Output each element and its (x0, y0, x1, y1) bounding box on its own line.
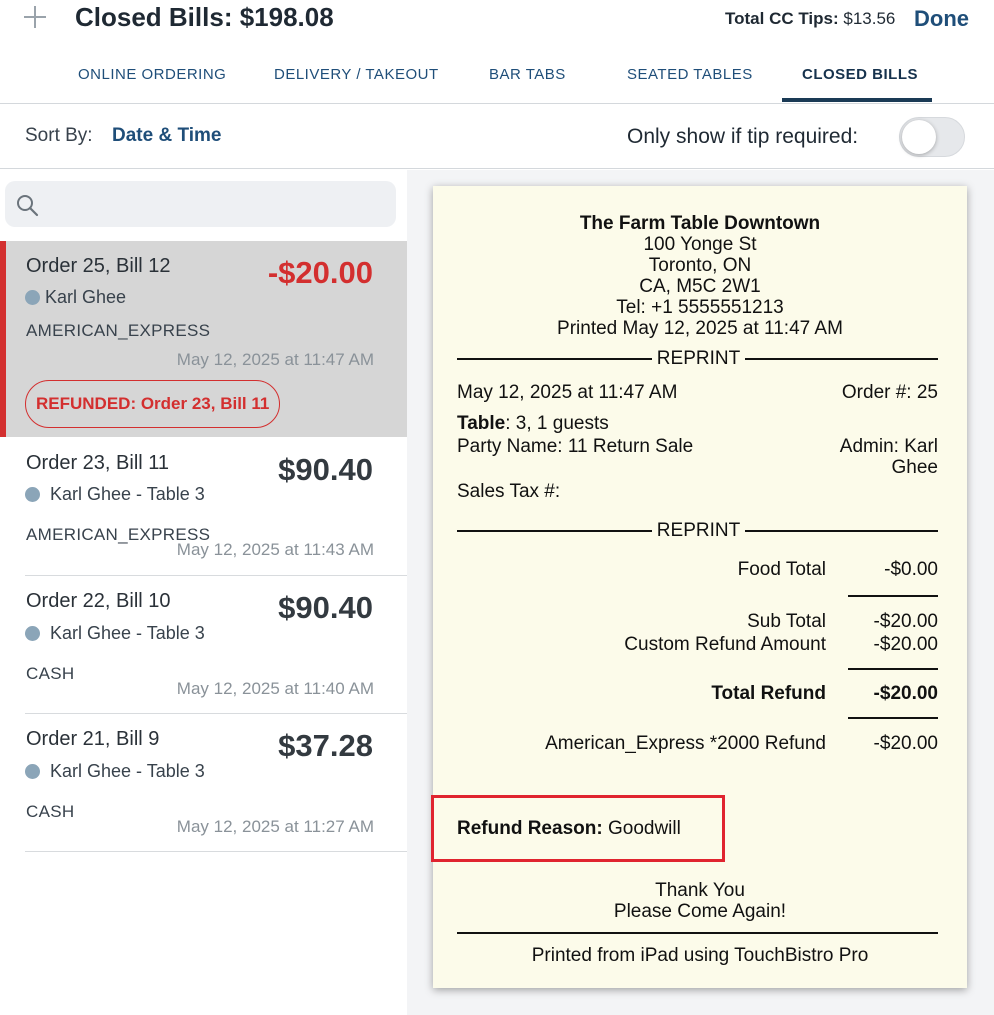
receipt-footer: Printed from iPad using TouchBistro Pro (531, 945, 869, 966)
header-bar: Closed Bills: $198.08 Total CC Tips: $13… (0, 0, 994, 40)
bill-title: Order 23, Bill 11 (26, 452, 170, 474)
subtotal-rule (848, 595, 938, 597)
tab-online-ordering[interactable]: ONLINE ORDERING (78, 66, 226, 83)
total-cc-tips: Total CC Tips: $13.56 (725, 9, 895, 29)
bill-server: Karl Ghee (45, 287, 127, 307)
bill-title: Order 25, Bill 12 (26, 255, 171, 277)
bill-server: Karl Ghee - Table 3 (50, 484, 205, 504)
food-total-label: Food Total (737, 559, 826, 580)
sales-tax: Sales Tax #: (457, 481, 561, 502)
tip-required-toggle[interactable] (899, 117, 965, 157)
bill-item-order-21[interactable]: Order 21, Bill 9 $37.28 Karl Ghee - Tabl… (0, 714, 407, 852)
total-refund-value: -$20.00 (873, 683, 938, 704)
bill-amount: -$20.00 (267, 255, 373, 290)
amex-refund-label: American_Express *2000 Refund (545, 733, 826, 754)
admin-name-2: Ghee (891, 457, 938, 478)
bill-date: May 12, 2025 at 11:47 AM (176, 350, 374, 369)
tips-value: $13.56 (843, 9, 896, 28)
bill-list: Order 25, Bill 12 -$20.00 Karl Ghee AMER… (0, 170, 407, 1015)
table-info: Table: 3, 1 guests (457, 413, 609, 435)
bill-server: Karl Ghee - Table 3 (50, 761, 205, 781)
sort-label: Sort By: (25, 125, 93, 146)
refunded-badge: REFUNDED: Order 23, Bill 11 (25, 380, 281, 428)
sub-total-value: -$20.00 (873, 611, 938, 632)
custom-refund-label: Custom Refund Amount (624, 634, 826, 655)
sub-total-label: Sub Total (747, 611, 826, 632)
printed-timestamp: Printed May 12, 2025 at 11:47 AM (557, 318, 843, 339)
toggle-knob (902, 120, 936, 154)
bill-title: Order 21, Bill 9 (26, 728, 160, 750)
bill-item-order-23[interactable]: Order 23, Bill 11 $90.40 Karl Ghee - Tab… (0, 437, 407, 576)
address-line-1: 100 Yonge St (643, 234, 757, 255)
total-rule (848, 668, 938, 670)
table-value: : 3, 1 guests (505, 413, 609, 434)
server-dot-icon (25, 626, 40, 641)
address-line-3: CA, M5C 2W1 (639, 276, 761, 297)
custom-refund-value: -$20.00 (873, 634, 938, 655)
receipt-panel: The Farm Table Downtown 100 Yonge St Tor… (407, 170, 994, 1015)
tab-closed-bills[interactable]: CLOSED BILLS (802, 66, 918, 83)
plus-icon[interactable] (22, 4, 48, 30)
payment-rule (848, 717, 938, 719)
search-input[interactable] (47, 189, 387, 219)
row-divider (25, 851, 407, 852)
come-again: Please Come Again! (613, 901, 787, 922)
server-dot-icon (25, 764, 40, 779)
thank-you: Thank You (655, 880, 745, 901)
receipt-datetime: May 12, 2025 at 11:47 AM (457, 382, 678, 403)
server-dot-icon (25, 290, 40, 305)
refund-reason-highlight (431, 795, 725, 862)
search-bar[interactable] (5, 181, 396, 227)
admin-name-1: Admin: Karl (839, 436, 938, 457)
bill-payment-type: CASH (26, 664, 75, 683)
tab-bar-tabs[interactable]: BAR TABS (489, 66, 566, 83)
bill-amount: $90.40 (278, 590, 373, 625)
tips-label: Total CC Tips: (725, 9, 839, 28)
bill-payment-type: AMERICAN_EXPRESS (26, 321, 211, 340)
bill-payment-type: CASH (26, 802, 75, 821)
sort-selector[interactable]: Date & Time (112, 125, 221, 147)
total-refund-label: Total Refund (711, 683, 826, 704)
search-icon (17, 195, 39, 217)
order-number: Order #: 25 (841, 382, 938, 403)
reprint-divider-2: REPRINT (457, 520, 938, 542)
table-label: Table (457, 413, 506, 434)
bill-date: May 12, 2025 at 11:40 AM (176, 679, 374, 698)
party-name: Party Name: 11 Return Sale (457, 436, 694, 457)
reprint-label-2: REPRINT (656, 520, 741, 541)
amex-refund-value: -$20.00 (873, 733, 938, 754)
receipt: The Farm Table Downtown 100 Yonge St Tor… (433, 186, 967, 988)
bill-amount: $37.28 (278, 728, 373, 763)
bill-item-order-22[interactable]: Order 22, Bill 10 $90.40 Karl Ghee - Tab… (0, 576, 407, 714)
tab-delivery-takeout[interactable]: DELIVERY / TAKEOUT (274, 66, 439, 83)
tip-filter-label: Only show if tip required: (627, 125, 859, 148)
reprint-label: REPRINT (656, 348, 741, 369)
bill-title: Order 22, Bill 10 (26, 590, 171, 612)
closed-bills-screen: Closed Bills: $198.08 Total CC Tips: $13… (0, 0, 994, 1015)
tab-bar: ONLINE ORDERING DELIVERY / TAKEOUT BAR T… (0, 54, 994, 104)
bill-date: May 12, 2025 at 11:27 AM (176, 817, 374, 836)
bill-server: Karl Ghee - Table 3 (50, 623, 205, 643)
tab-seated-tables[interactable]: SEATED TABLES (627, 66, 753, 83)
sort-bar: Sort By: Date & Time Only show if tip re… (0, 104, 994, 169)
telephone: Tel: +1 5555551213 (616, 297, 784, 318)
footer-rule (457, 932, 938, 934)
done-button[interactable]: Done (914, 6, 969, 32)
bill-date: May 12, 2025 at 11:43 AM (176, 540, 374, 559)
address-line-2: Toronto, ON (648, 255, 752, 276)
server-dot-icon (25, 487, 40, 502)
restaurant-name: The Farm Table Downtown (579, 213, 821, 234)
reprint-divider: REPRINT (457, 348, 938, 370)
page-title: Closed Bills: $198.08 (75, 2, 334, 32)
food-total-value: -$0.00 (884, 559, 938, 580)
active-tab-indicator (782, 98, 932, 102)
bill-item-order-25[interactable]: Order 25, Bill 12 -$20.00 Karl Ghee AMER… (0, 241, 407, 437)
bill-amount: $90.40 (278, 452, 373, 487)
